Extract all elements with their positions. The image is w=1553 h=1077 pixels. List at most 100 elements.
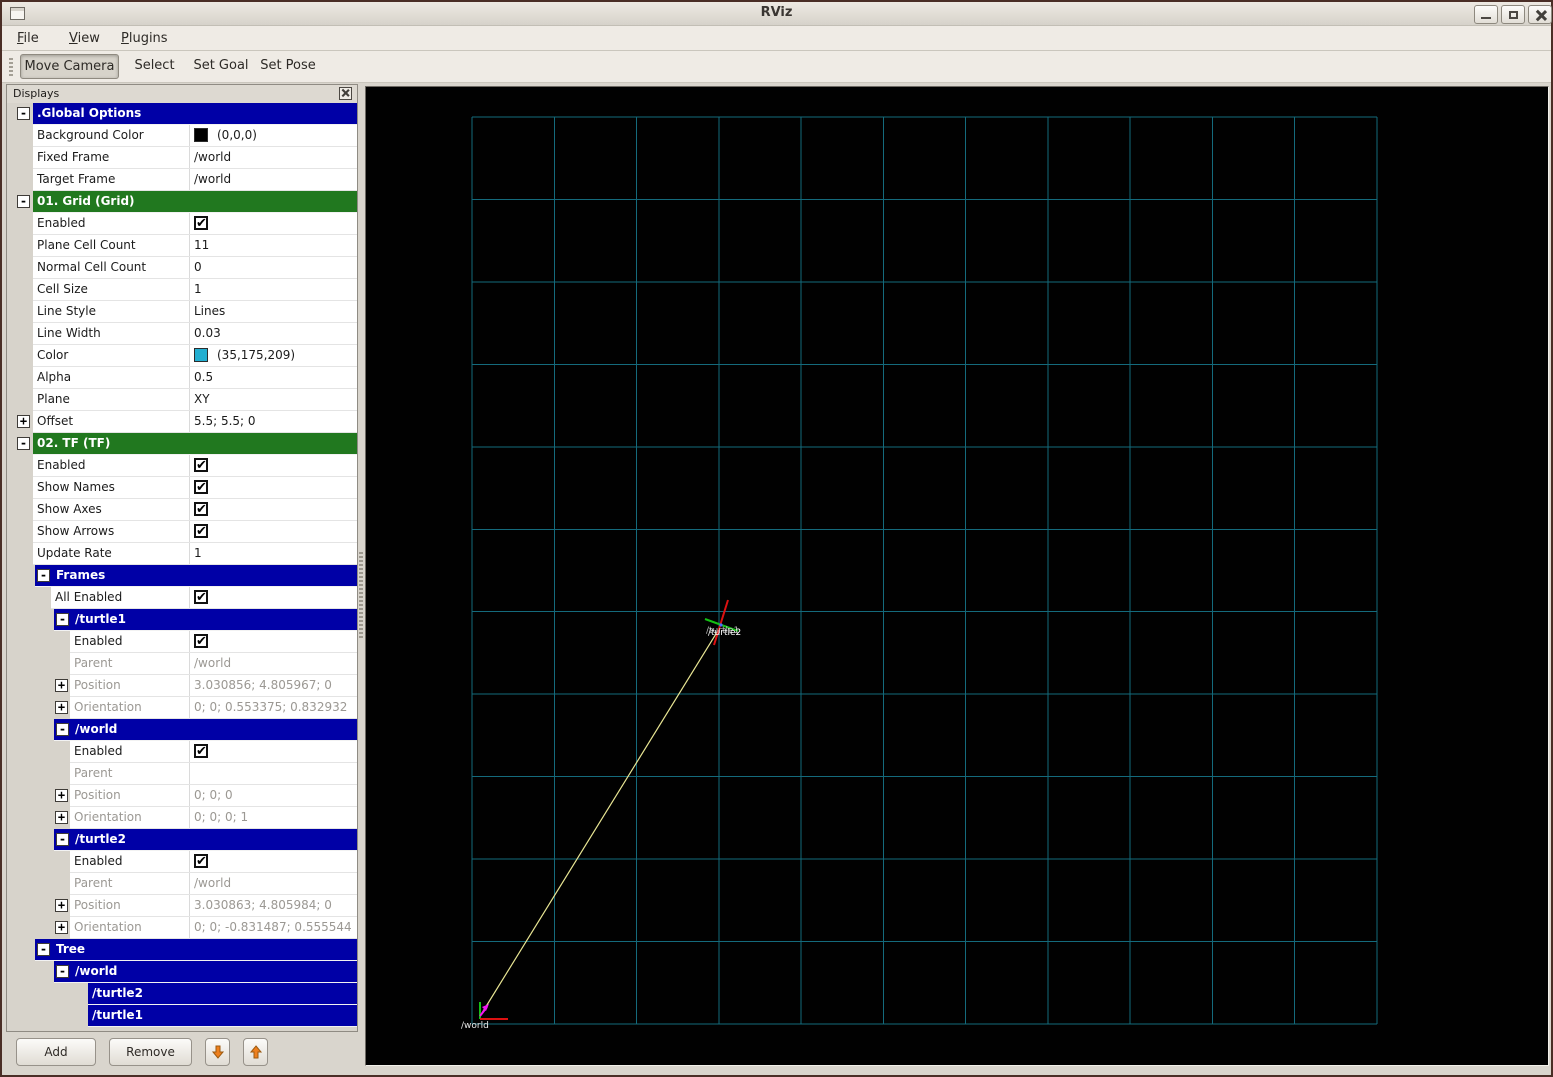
move-up-button[interactable]	[243, 1038, 268, 1066]
property-row-fixed-frame[interactable]: Fixed Frame/world	[7, 147, 357, 169]
property-row-all-enabled[interactable]: All Enabled ✔	[7, 587, 357, 609]
tool-set-goal[interactable]: Set Goal	[190, 54, 252, 79]
checkbox-checked-icon[interactable]: ✔	[194, 634, 208, 648]
display-header-01-grid-grid[interactable]: -01. Grid (Grid)	[7, 191, 357, 213]
property-row-orientation[interactable]: + Orientation 0; 0; 0; 1	[7, 807, 357, 829]
checkbox-checked-icon[interactable]: ✔	[194, 502, 208, 516]
tool-move-camera[interactable]: Move Camera	[20, 54, 119, 79]
property-row-parent[interactable]: Parent/world	[7, 653, 357, 675]
display-header-global-options[interactable]: - .Global Options	[7, 103, 357, 125]
property-row-enabled[interactable]: Enabled ✔	[7, 631, 357, 653]
checkbox-checked-icon[interactable]: ✔	[194, 458, 208, 472]
row-label: Fixed Frame	[37, 150, 110, 164]
property-row-enabled[interactable]: Enabled ✔	[7, 213, 357, 235]
property-row-cell-size[interactable]: Cell Size 1	[7, 279, 357, 301]
color-swatch[interactable]	[194, 348, 208, 362]
property-row-show-names[interactable]: Show Names ✔	[7, 477, 357, 499]
property-row-enabled[interactable]: Enabled ✔	[7, 455, 357, 477]
property-row-line-style[interactable]: Line Style Lines	[7, 301, 357, 323]
property-row-normal-cell-count[interactable]: Normal Cell Count 0	[7, 257, 357, 279]
property-row-parent[interactable]: Parent	[7, 763, 357, 785]
panel-close-button[interactable]	[339, 87, 352, 100]
tool-set-pose[interactable]: Set Pose	[256, 54, 320, 79]
move-down-button[interactable]	[205, 1038, 230, 1066]
property-row-orientation[interactable]: + Orientation 0; 0; 0.553375; 0.832932	[7, 697, 357, 719]
property-row-line-width[interactable]: Line Width 0.03	[7, 323, 357, 345]
property-row-alpha[interactable]: Alpha 0.5	[7, 367, 357, 389]
checkbox-checked-icon[interactable]: ✔	[194, 590, 208, 604]
checkbox-checked-icon[interactable]: ✔	[194, 216, 208, 230]
3d-viewport[interactable]: /world/turtle1/turtle2	[365, 86, 1549, 1066]
display-header-turtle2[interactable]: -/turtle2	[7, 829, 357, 851]
collapse-icon[interactable]: -	[37, 569, 50, 582]
title-bar[interactable]: RViz	[2, 2, 1552, 26]
collapse-icon[interactable]: -	[56, 613, 69, 626]
property-row-parent[interactable]: Parent/world	[7, 873, 357, 895]
collapse-icon[interactable]: -	[17, 437, 30, 450]
display-header-frames[interactable]: - Frames	[7, 565, 357, 587]
tool-select[interactable]: Select	[127, 54, 182, 79]
turtle2-frame-label: /turtle2	[708, 628, 741, 638]
property-row-background-color[interactable]: Background Color (0,0,0)	[7, 125, 357, 147]
display-header-tree[interactable]: - Tree	[7, 939, 357, 961]
toolbar-drag-handle-icon[interactable]	[9, 56, 13, 78]
property-row-position[interactable]: + Position 3.030863; 4.805984; 0	[7, 895, 357, 917]
row-label: Tree	[56, 942, 86, 956]
property-row-orientation[interactable]: + Orientation 0; 0; -0.831487; 0.555544	[7, 917, 357, 939]
expand-icon[interactable]: +	[17, 415, 30, 428]
property-row-plane-cell-count[interactable]: Plane Cell Count 11	[7, 235, 357, 257]
collapse-icon[interactable]: -	[56, 965, 69, 978]
property-row-update-rate[interactable]: Update Rate 1	[7, 543, 357, 565]
color-swatch[interactable]	[194, 128, 208, 142]
menu-view[interactable]: View	[64, 29, 105, 49]
maximize-button[interactable]	[1501, 5, 1525, 24]
row-body: Enabled ✔	[70, 741, 357, 763]
expand-icon[interactable]: +	[55, 921, 68, 934]
collapse-icon[interactable]: -	[17, 195, 30, 208]
row-value: XY	[189, 389, 357, 410]
property-row-position[interactable]: + Position 0; 0; 0	[7, 785, 357, 807]
collapse-icon[interactable]: -	[56, 723, 69, 736]
property-row-target-frame[interactable]: Target Frame/world	[7, 169, 357, 191]
display-header-turtle1[interactable]: /turtle1	[7, 1005, 357, 1027]
property-row-color[interactable]: Color (35,175,209)	[7, 345, 357, 367]
display-header-turtle1[interactable]: -/turtle1	[7, 609, 357, 631]
row-body: .Global Options	[33, 103, 357, 125]
row-label: Position	[74, 788, 121, 802]
property-row-show-arrows[interactable]: Show Arrows ✔	[7, 521, 357, 543]
expand-icon[interactable]: +	[55, 701, 68, 714]
row-label: Offset	[37, 414, 74, 428]
display-header-world[interactable]: -/world	[7, 719, 357, 741]
world-frame-arrowhead	[482, 1004, 489, 1011]
add-display-button[interactable]: Add	[16, 1038, 96, 1066]
display-header-turtle2[interactable]: /turtle2	[7, 983, 357, 1005]
checkbox-checked-icon[interactable]: ✔	[194, 524, 208, 538]
checkbox-checked-icon[interactable]: ✔	[194, 744, 208, 758]
checkbox-checked-icon[interactable]: ✔	[194, 480, 208, 494]
property-row-position[interactable]: + Position 3.030856; 4.805967; 0	[7, 675, 357, 697]
collapse-icon[interactable]: -	[17, 107, 30, 120]
expand-icon[interactable]: +	[55, 899, 68, 912]
checkbox-checked-icon[interactable]: ✔	[194, 854, 208, 868]
property-row-offset[interactable]: + Offset 5.5; 5.5; 0	[7, 411, 357, 433]
property-row-enabled[interactable]: Enabled ✔	[7, 741, 357, 763]
expand-icon[interactable]: +	[55, 789, 68, 802]
row-label: Line Width	[37, 326, 101, 340]
property-row-enabled[interactable]: Enabled ✔	[7, 851, 357, 873]
display-header-02-tf-tf[interactable]: -02. TF (TF)	[7, 433, 357, 455]
row-value: ✔	[189, 477, 357, 498]
remove-display-button[interactable]: Remove	[109, 1038, 192, 1066]
menu-plugins[interactable]: Plugins	[116, 29, 173, 49]
collapse-icon[interactable]: -	[56, 833, 69, 846]
collapse-icon[interactable]: -	[37, 943, 50, 956]
panel-splitter[interactable]	[358, 84, 365, 1066]
menu-file[interactable]: File	[12, 29, 44, 49]
display-header-world[interactable]: -/world	[7, 961, 357, 983]
property-row-show-axes[interactable]: Show Axes ✔	[7, 499, 357, 521]
expand-icon[interactable]: +	[55, 679, 68, 692]
expand-icon[interactable]: +	[55, 811, 68, 824]
close-button[interactable]	[1528, 5, 1552, 24]
property-row-plane[interactable]: Plane XY	[7, 389, 357, 411]
row-value: 1	[189, 543, 357, 564]
minimize-button[interactable]	[1474, 5, 1498, 24]
